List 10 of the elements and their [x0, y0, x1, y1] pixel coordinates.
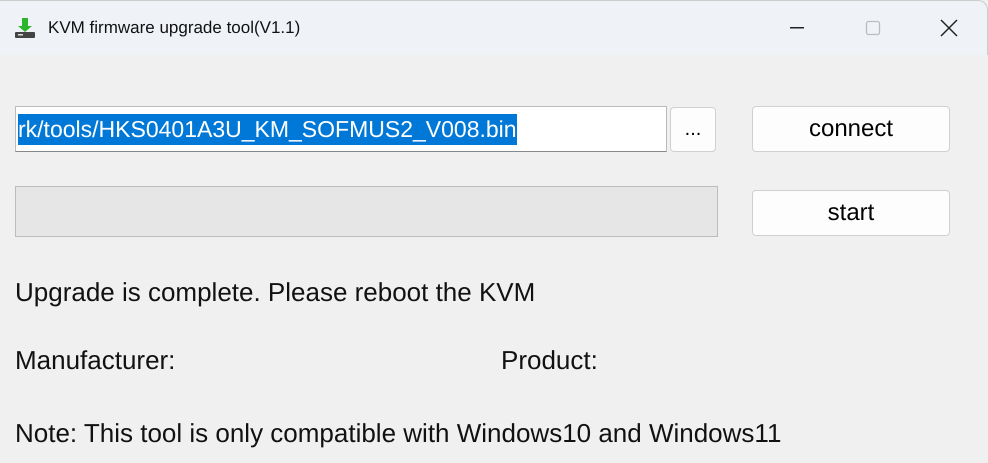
- connect-button[interactable]: connect: [752, 106, 950, 152]
- status-message: Upgrade is complete. Please reboot the KVM: [15, 277, 536, 308]
- browse-button[interactable]: ...: [670, 106, 716, 152]
- product-label: Product:: [501, 345, 598, 376]
- manufacturer-label: Manufacturer:: [15, 345, 176, 376]
- start-button[interactable]: start: [752, 190, 950, 236]
- file-path-field[interactable]: rk/tools/HKS0401A3U_KM_SOFMUS2_V008.bin: [15, 106, 667, 152]
- window-title: KVM firmware upgrade tool(V1.1): [48, 18, 300, 38]
- app-icon: [14, 17, 36, 39]
- compatibility-note: Note: This tool is only compatible with Windows10 and Windows11: [15, 418, 782, 449]
